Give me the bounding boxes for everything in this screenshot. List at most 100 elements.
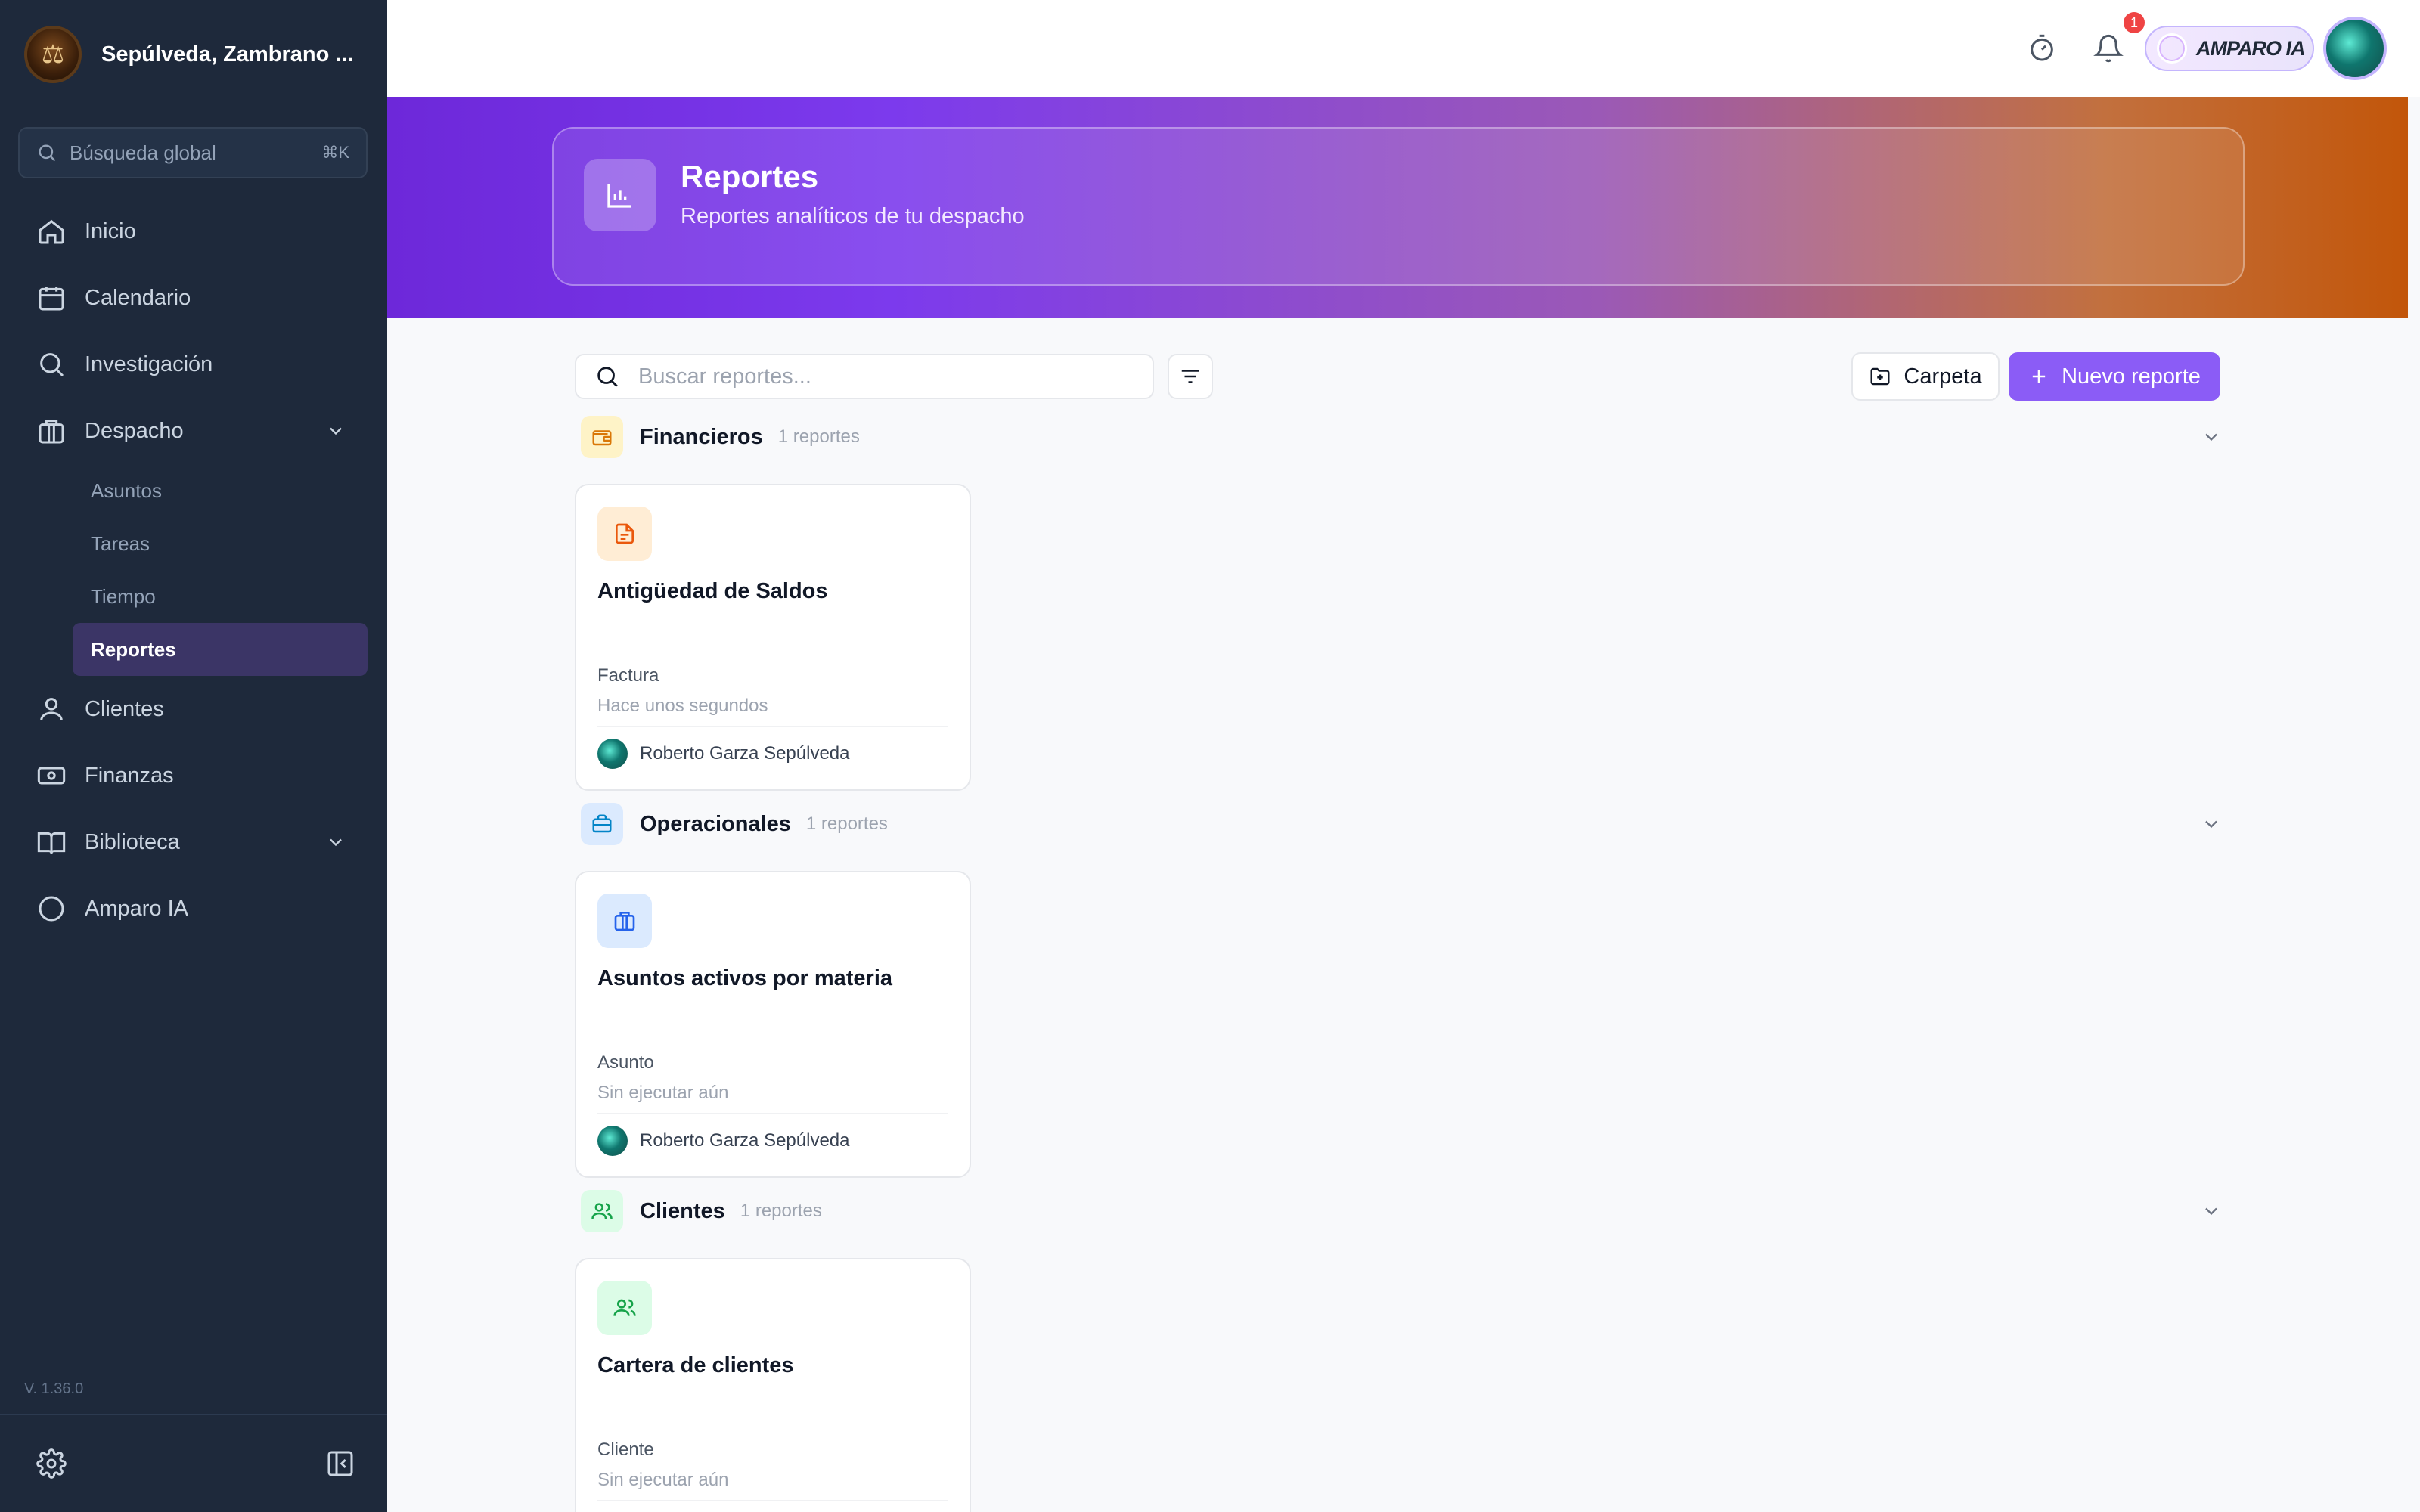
nav-label: Inicio bbox=[85, 218, 136, 243]
report-last-run: Sin ejecutar aún bbox=[597, 1083, 729, 1103]
calendar-icon bbox=[39, 287, 64, 311]
home-icon bbox=[39, 219, 64, 244]
report-card[interactable]: Antigüedad de Saldos Factura Hace unos s… bbox=[575, 484, 971, 791]
sub-item-reportes[interactable]: Reportes bbox=[73, 623, 368, 676]
firm-name: Sepúlveda, Zambrano ... bbox=[101, 42, 354, 67]
global-search-placeholder: Búsqueda global bbox=[70, 141, 216, 164]
bell-icon[interactable] bbox=[2093, 33, 2124, 64]
timer-icon[interactable] bbox=[2027, 33, 2057, 64]
chevron-down-icon[interactable] bbox=[325, 420, 346, 442]
global-search[interactable]: Búsqueda global ⌘K bbox=[18, 127, 368, 178]
amparo-ia-label: AMPARO IA bbox=[2196, 36, 2305, 60]
firm-logo: ⚖ bbox=[24, 26, 82, 83]
sub-item-tareas[interactable]: Tareas bbox=[73, 517, 368, 570]
nav-label: Investigación bbox=[85, 352, 213, 376]
report-last-run: Hace unos segundos bbox=[597, 696, 768, 716]
building-icon bbox=[597, 894, 652, 948]
report-title: Cartera de clientes bbox=[597, 1353, 794, 1377]
group-title: Clientes bbox=[640, 1198, 725, 1223]
nav-item-investigacion[interactable]: Investigación bbox=[0, 331, 387, 398]
page-hero: Reportes Reportes analíticos de tu despa… bbox=[387, 97, 2408, 318]
nav-item-finanzas[interactable]: Finanzas bbox=[0, 742, 387, 809]
search-shortcut: ⌘K bbox=[321, 143, 349, 162]
report-owner-row bbox=[597, 1500, 948, 1512]
main-nav: Inicio Calendario Investigación Despacho… bbox=[0, 198, 387, 942]
nav-item-calendario[interactable]: Calendario bbox=[0, 265, 387, 331]
report-title: Asuntos activos por materia bbox=[597, 966, 892, 990]
report-card[interactable]: Cartera de clientes Cliente Sin ejecutar… bbox=[575, 1258, 971, 1512]
sidebar-footer bbox=[0, 1414, 387, 1512]
user-avatar[interactable] bbox=[2323, 17, 2387, 80]
nav-label: Calendario bbox=[85, 285, 191, 310]
chevron-down-icon[interactable] bbox=[2201, 1201, 2222, 1222]
bar-chart-icon bbox=[584, 159, 656, 231]
report-owner-row: Roberto Garza Sepúlveda bbox=[597, 726, 948, 780]
report-owner: Roberto Garza Sepúlveda bbox=[640, 1130, 850, 1151]
users-icon bbox=[581, 1190, 623, 1232]
report-owner: Roberto Garza Sepúlveda bbox=[640, 743, 850, 764]
page-subtitle: Reportes analíticos de tu despacho bbox=[681, 204, 1025, 228]
report-type: Cliente bbox=[597, 1439, 654, 1460]
nav-item-despacho[interactable]: Despacho bbox=[0, 398, 387, 464]
group-header-financieros[interactable]: Financieros 1 reportes bbox=[581, 416, 2222, 458]
group-title: Financieros bbox=[640, 424, 763, 449]
page-title: Reportes bbox=[681, 159, 819, 194]
despacho-submenu: Asuntos Tareas Tiempo Reportes bbox=[0, 464, 387, 676]
nav-item-clientes[interactable]: Clientes bbox=[0, 676, 387, 742]
owner-avatar bbox=[597, 739, 628, 769]
report-type: Factura bbox=[597, 665, 659, 686]
new-report-label: Nuevo reporte bbox=[2062, 364, 2201, 389]
nav-label: Clientes bbox=[85, 696, 164, 721]
filter-button[interactable] bbox=[1168, 354, 1213, 399]
search-icon bbox=[40, 353, 64, 377]
report-last-run: Sin ejecutar aún bbox=[597, 1470, 729, 1490]
chevron-down-icon[interactable] bbox=[2201, 813, 2222, 835]
nav-item-biblioteca[interactable]: Biblioteca bbox=[0, 809, 387, 875]
report-owner-row: Roberto Garza Sepúlveda bbox=[597, 1113, 948, 1167]
building-icon bbox=[39, 420, 64, 444]
chevron-down-icon[interactable] bbox=[325, 832, 346, 853]
nav-label: Despacho bbox=[85, 418, 184, 443]
reports-search-input[interactable]: Buscar reportes... bbox=[575, 354, 1154, 399]
group-title: Operacionales bbox=[640, 811, 791, 836]
nav-label: Amparo IA bbox=[85, 896, 188, 921]
report-type: Asunto bbox=[597, 1052, 654, 1073]
nav-label: Finanzas bbox=[85, 763, 174, 788]
brand[interactable]: ⚖ Sepúlveda, Zambrano ... bbox=[24, 23, 354, 86]
circle-icon bbox=[39, 896, 64, 922]
book-icon bbox=[37, 832, 66, 854]
users-icon bbox=[597, 1281, 652, 1335]
nav-item-inicio[interactable]: Inicio bbox=[0, 198, 387, 265]
amparo-ring-icon bbox=[2157, 33, 2187, 64]
file-invoice-icon bbox=[597, 507, 652, 561]
sidebar: ⚖ Sepúlveda, Zambrano ... Búsqueda globa… bbox=[0, 0, 387, 1512]
search-icon bbox=[39, 144, 56, 162]
banknote-icon bbox=[37, 767, 66, 785]
group-count: 1 reportes bbox=[777, 426, 860, 447]
new-report-button[interactable]: Nuevo reporte bbox=[2009, 352, 2220, 401]
group-header-operacionales[interactable]: Operacionales 1 reportes bbox=[581, 803, 2222, 845]
group-count: 1 reportes bbox=[740, 1201, 822, 1221]
folder-button[interactable]: Carpeta bbox=[1851, 352, 2000, 401]
sub-item-tiempo[interactable]: Tiempo bbox=[73, 570, 368, 623]
notification-badge: 1 bbox=[2124, 12, 2145, 33]
search-icon bbox=[597, 367, 618, 387]
folder-plus-icon bbox=[1870, 367, 1890, 386]
filter-icon bbox=[1181, 370, 1199, 383]
sub-item-asuntos[interactable]: Asuntos bbox=[73, 464, 368, 517]
group-header-clientes[interactable]: Clientes 1 reportes bbox=[581, 1190, 2222, 1232]
user-icon bbox=[40, 698, 63, 721]
report-card[interactable]: Asuntos activos por materia Asunto Sin e… bbox=[575, 871, 971, 1178]
owner-avatar bbox=[597, 1126, 628, 1156]
nav-item-amparo-ia[interactable]: Amparo IA bbox=[0, 875, 387, 942]
group-count: 1 reportes bbox=[805, 813, 888, 834]
plus-icon bbox=[2032, 370, 2046, 383]
sidebar-collapse-icon[interactable] bbox=[325, 1448, 355, 1479]
chevron-down-icon[interactable] bbox=[2201, 426, 2222, 448]
app-version: V. 1.36.0 bbox=[24, 1380, 84, 1397]
nav-label: Biblioteca bbox=[85, 829, 180, 854]
reports-search-placeholder: Buscar reportes... bbox=[638, 364, 811, 389]
gear-icon[interactable] bbox=[36, 1448, 67, 1479]
briefcase-icon bbox=[581, 803, 623, 845]
amparo-ia-button[interactable]: AMPARO IA bbox=[2145, 26, 2314, 71]
